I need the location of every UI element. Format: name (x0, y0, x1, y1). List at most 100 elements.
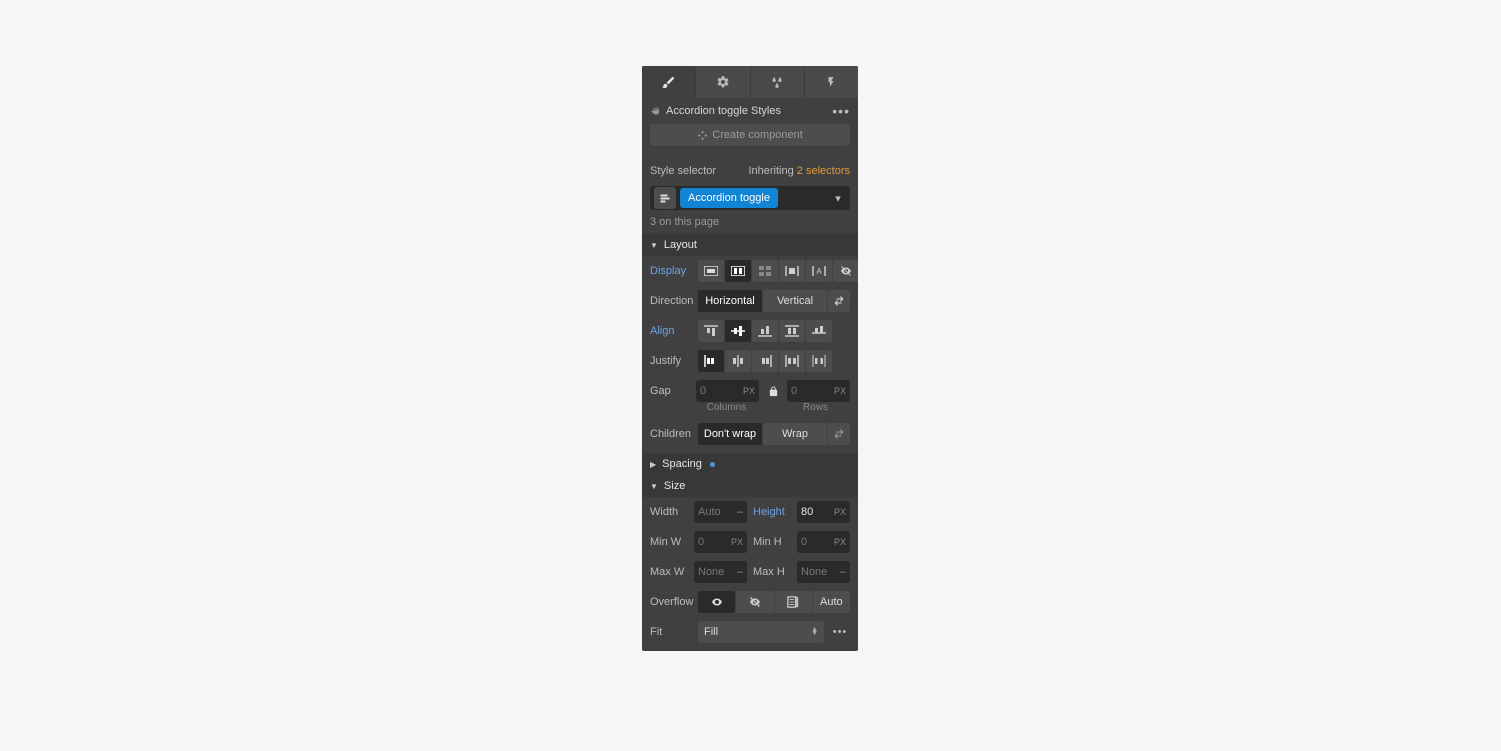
height-unit[interactable]: PX (834, 507, 846, 517)
fit-select[interactable]: Fill ▲▼ (698, 621, 824, 643)
swap-icon (833, 428, 845, 440)
overflow-scroll-button[interactable] (775, 591, 812, 613)
display-inline-block-button[interactable] (779, 260, 805, 282)
align-label: Align (650, 325, 692, 337)
minw-unit[interactable]: PX (731, 537, 743, 547)
align-start-button[interactable] (698, 320, 724, 342)
align-center-icon (731, 325, 745, 337)
droplets-icon (770, 75, 784, 89)
maxh-label: Max H (753, 566, 791, 578)
maxh-input[interactable] (801, 566, 840, 578)
maxw-unit[interactable]: – (737, 566, 743, 578)
tab-settings[interactable] (696, 66, 750, 98)
style-panel: Accordion toggle Styles ••• Create compo… (642, 66, 858, 651)
direction-horizontal-button[interactable]: Horizontal (698, 290, 762, 312)
gap-lock-button[interactable] (763, 380, 783, 402)
overflow-label: Overflow (650, 596, 692, 608)
justify-between-button[interactable] (779, 350, 805, 372)
section-layout-toggle[interactable]: ▼ Layout (642, 234, 858, 256)
align-stretch-button[interactable] (779, 320, 805, 342)
chevron-down-icon[interactable]: ▾ (830, 192, 846, 205)
height-input[interactable] (801, 506, 834, 518)
create-component-label: Create component (712, 129, 803, 141)
grid-icon (759, 266, 771, 276)
svg-text:A: A (816, 267, 822, 276)
bolt-icon (825, 75, 837, 89)
section-spacing-toggle[interactable]: ▶ Spacing (642, 453, 858, 475)
align-baseline-icon (812, 325, 826, 337)
fit-more-button[interactable]: ••• (830, 621, 850, 643)
gap-row-unit[interactable]: PX (834, 386, 846, 396)
inheriting-link[interactable]: 2 selectors (797, 165, 850, 177)
align-center-button[interactable] (725, 320, 751, 342)
height-field[interactable]: PX (797, 501, 850, 523)
maxh-field[interactable]: – (797, 561, 850, 583)
section-size-toggle[interactable]: ▼ Size (642, 475, 858, 497)
align-end-button[interactable] (752, 320, 778, 342)
gap-column-field[interactable]: PX (696, 380, 759, 402)
width-input[interactable] (698, 506, 737, 518)
maxh-unit[interactable]: – (840, 566, 846, 578)
selector-type-button[interactable] (654, 187, 676, 209)
minh-field[interactable]: PX (797, 531, 850, 553)
overflow-visible-button[interactable] (698, 591, 735, 613)
width-field[interactable]: – (694, 501, 747, 523)
inheriting-text: Inheriting 2 selectors (748, 165, 850, 177)
minh-input[interactable] (801, 536, 834, 548)
display-inline-button[interactable]: A (806, 260, 832, 282)
justify-between-icon (785, 355, 799, 367)
scroll-icon (787, 596, 799, 608)
more-icon[interactable]: ••• (832, 103, 850, 119)
direction-reverse-button[interactable] (828, 290, 850, 312)
flex-icon (731, 266, 745, 276)
grab-icon (650, 105, 662, 117)
style-selector-header: Style selector Inheriting 2 selectors (642, 160, 858, 182)
children-wrap-button[interactable]: Wrap (763, 423, 827, 445)
tab-style[interactable] (642, 66, 696, 98)
children-nowrap-button[interactable]: Don't wrap (698, 423, 762, 445)
gap-row-field[interactable]: PX (787, 380, 850, 402)
overflow-auto-button[interactable]: Auto (813, 591, 850, 613)
section-spacing-title: Spacing (662, 458, 702, 470)
component-icon (697, 130, 708, 141)
selector-field[interactable]: Accordion toggle ▾ (650, 186, 850, 210)
gap-row-input[interactable] (791, 385, 834, 397)
tab-effects[interactable] (805, 66, 858, 98)
gap-column-input[interactable] (700, 385, 743, 397)
tab-interactions[interactable] (751, 66, 805, 98)
direction-label: Direction (650, 295, 692, 307)
justify-center-button[interactable] (725, 350, 751, 372)
display-flex-button[interactable] (725, 260, 751, 282)
align-baseline-button[interactable] (806, 320, 832, 342)
display-block-button[interactable] (698, 260, 724, 282)
chevron-down-icon: ▼ (650, 241, 658, 250)
width-unit[interactable]: – (737, 506, 743, 518)
display-grid-button[interactable] (752, 260, 778, 282)
chevron-down-icon: ▼ (650, 482, 658, 491)
minw-input[interactable] (698, 536, 731, 548)
justify-end-button[interactable] (752, 350, 778, 372)
modified-dot-icon (710, 462, 715, 467)
overflow-hidden-button[interactable] (736, 591, 773, 613)
gap-column-unit[interactable]: PX (743, 386, 755, 396)
maxw-field[interactable]: – (694, 561, 747, 583)
justify-end-icon (758, 355, 772, 367)
minw-field[interactable]: PX (694, 531, 747, 553)
justify-start-button[interactable] (698, 350, 724, 372)
gap-label: Gap (650, 385, 692, 397)
maxw-input[interactable] (698, 566, 737, 578)
direction-vertical-button[interactable]: Vertical (763, 290, 827, 312)
minh-unit[interactable]: PX (834, 537, 846, 547)
gap-columns-label: Columns (692, 402, 761, 413)
minw-label: Min W (650, 536, 688, 548)
selector-class-chip[interactable]: Accordion toggle (680, 188, 778, 208)
element-title: Accordion toggle Styles (662, 105, 832, 117)
inline-icon: A (812, 266, 826, 276)
display-none-button[interactable] (833, 260, 858, 282)
justify-around-button[interactable] (806, 350, 832, 372)
more-icon: ••• (833, 626, 848, 638)
create-component-button[interactable]: Create component (650, 124, 850, 146)
children-reverse-button[interactable] (828, 423, 850, 445)
width-label: Width (650, 506, 688, 518)
page-count-text: 3 on this page (642, 214, 858, 234)
